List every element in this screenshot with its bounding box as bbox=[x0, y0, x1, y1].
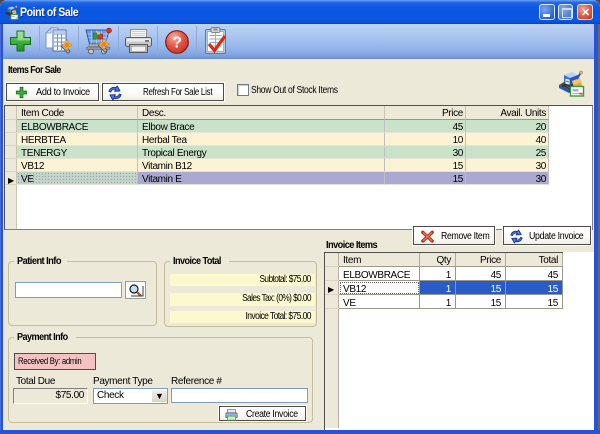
svg-text:?: ? bbox=[172, 35, 181, 52]
